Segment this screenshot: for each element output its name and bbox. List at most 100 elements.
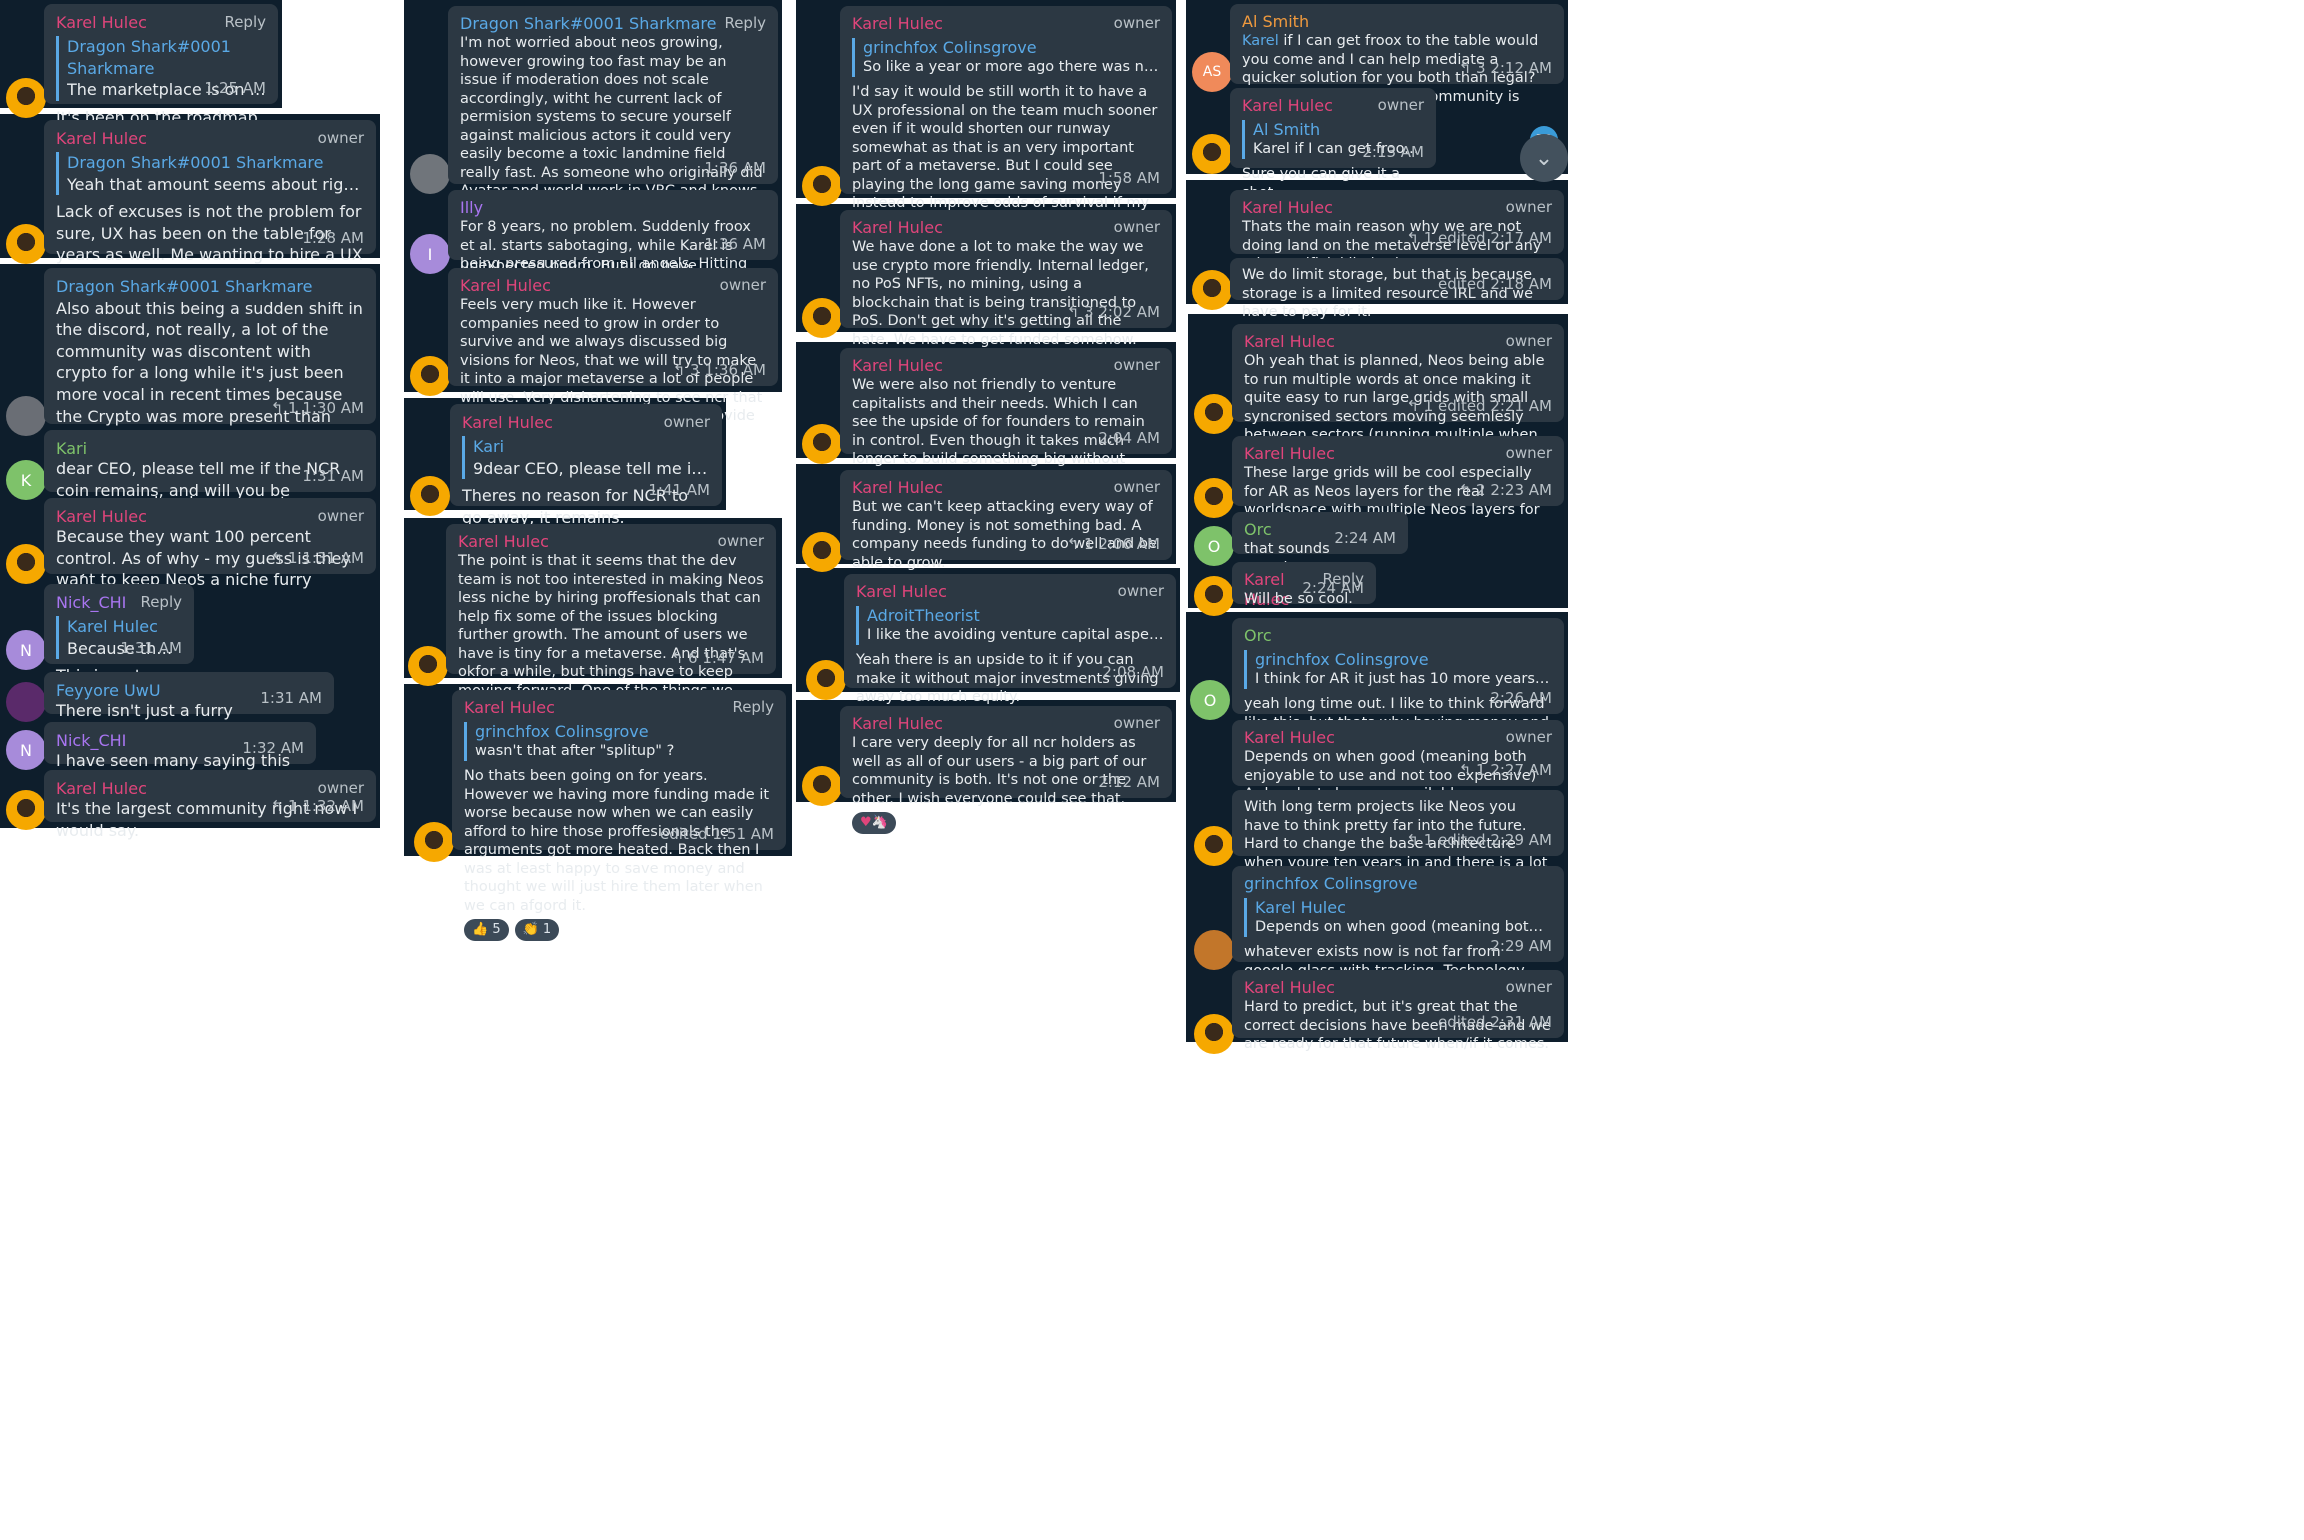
message-bubble[interactable]: Karel Hulec owner Feels very much like it… xyxy=(448,268,778,461)
avatar[interactable]: N xyxy=(6,630,46,670)
avatar[interactable] xyxy=(410,154,450,194)
author-name[interactable]: Illy xyxy=(460,198,483,218)
avatar[interactable] xyxy=(1194,478,1234,518)
author-name[interactable]: Karel Hulec xyxy=(56,778,147,798)
author-name[interactable]: Karel Hulec xyxy=(1244,444,1335,464)
avatar[interactable] xyxy=(6,682,46,722)
message-bubble[interactable]: With long term projects like Neos you ha… xyxy=(1232,790,1564,889)
message-bubble[interactable]: Illy For 8 years, no problem. Suddenly f… xyxy=(448,190,778,291)
avatar[interactable] xyxy=(410,356,450,396)
avatar[interactable]: K xyxy=(6,460,46,500)
avatar[interactable] xyxy=(6,544,46,584)
message-bubble[interactable]: Karel Hulec owner But we can't keep attac… xyxy=(840,470,1172,599)
message-bubble[interactable]: Karel Hulec owner I care very deeply for … xyxy=(840,706,1172,835)
message-bubble[interactable]: Orc grinchfox Colinsgrove I think for AR … xyxy=(1232,618,1564,749)
author-name[interactable]: Karel Hulec xyxy=(1244,978,1335,998)
message-bubble[interactable]: We do limit storage, but that is because… xyxy=(1230,258,1564,320)
avatar[interactable] xyxy=(802,766,842,806)
message-bubble[interactable]: Karel Hulec owner The point is that it se… xyxy=(446,524,776,783)
message-bubble[interactable]: Karel Hulec owner Because they want 100 p… xyxy=(44,498,376,639)
chevron-down-icon[interactable]: ⌄ xyxy=(1520,134,1568,182)
avatar[interactable] xyxy=(1192,134,1232,174)
author-name[interactable]: Dragon Shark#0001 Sharkmare xyxy=(460,14,716,34)
avatar[interactable] xyxy=(1194,576,1234,616)
message-bubble[interactable]: Karel Hulec Reply Dragon Shark#0001 Shark… xyxy=(44,4,278,176)
message-bubble[interactable]: Nick_CHI I have seen many saying this on… xyxy=(44,722,316,792)
avatar[interactable] xyxy=(6,790,46,830)
message-bubble[interactable]: Feyyore UwU There isn't just a furry com… xyxy=(44,672,334,742)
avatar[interactable] xyxy=(802,166,842,206)
author-name[interactable]: Karel Hulec xyxy=(1242,198,1333,218)
avatar[interactable]: I xyxy=(410,234,450,274)
author-name[interactable]: Karel Hulec xyxy=(856,582,947,602)
message-bubble[interactable]: Dragon Shark#0001 Sharkmare Reply I'm not… xyxy=(448,6,778,292)
reply-quote[interactable]: grinchfox Colinsgrove I think for AR it j… xyxy=(1244,650,1552,690)
message-bubble[interactable]: Karel Hulec owner We were also not friend… xyxy=(840,348,1172,514)
message-bubble[interactable]: Karel Hulec owner Oh yeah that is planned… xyxy=(1232,324,1564,480)
message-bubble[interactable]: Karel Hulec owner Depends on when good (m… xyxy=(1232,720,1564,802)
avatar[interactable] xyxy=(1194,930,1234,970)
avatar[interactable] xyxy=(6,224,46,264)
message-bubble[interactable]: Karel Hulec owner It's the largest commun… xyxy=(44,770,376,840)
author-name[interactable]: Nick_CHI xyxy=(56,730,126,750)
avatar[interactable] xyxy=(1194,394,1234,434)
avatar[interactable] xyxy=(802,298,842,338)
message-bubble[interactable]: Al Smith Karel if I can get froox to the… xyxy=(1230,4,1564,123)
author-name[interactable]: Orc xyxy=(1244,520,1272,540)
avatar[interactable] xyxy=(1192,270,1232,310)
avatar[interactable] xyxy=(802,424,842,464)
author-name[interactable]: Feyyore UwU xyxy=(56,680,161,700)
author-name[interactable]: Karel Hulec xyxy=(458,532,549,552)
message-bubble[interactable]: Karel Hulec Reply Will be so cool. 2:24 A… xyxy=(1232,562,1376,609)
author-name[interactable]: Karel Hulec xyxy=(462,412,553,432)
avatar[interactable]: N xyxy=(6,730,46,770)
author-name[interactable]: Karel Hulec xyxy=(852,356,943,376)
author-name[interactable]: Orc xyxy=(1244,626,1272,646)
avatar[interactable] xyxy=(408,646,448,686)
author-name[interactable]: grinchfox Colinsgrove xyxy=(1244,874,1418,894)
message-bubble[interactable]: Kari dear CEO, please tell me if the NCR… xyxy=(44,430,376,521)
avatar[interactable] xyxy=(806,660,846,700)
reply-quote[interactable]: Kari 9dear CEO, please tell me if the NCR… xyxy=(462,436,710,480)
author-name[interactable]: Karel Hulec xyxy=(464,698,555,718)
author-name[interactable]: Karel Hulec xyxy=(1244,332,1335,352)
author-name[interactable]: Karel Hulec xyxy=(852,714,943,734)
clap-reaction[interactable]: 👏 1 xyxy=(514,919,560,942)
author-name[interactable]: Karel Hulec xyxy=(1244,728,1335,748)
author-name[interactable]: Karel Hulec xyxy=(56,12,147,32)
mention[interactable]: Karel xyxy=(1242,33,1279,49)
author-name[interactable]: Nick_CHI xyxy=(56,592,126,612)
heart-reaction[interactable]: ♥🦄 xyxy=(852,812,896,835)
message-bubble[interactable]: Karel Hulec owner AdroitTheorist I like th… xyxy=(844,574,1176,733)
message-bubble[interactable]: Karel Hulec owner Al Smith Karel if I can … xyxy=(1230,88,1436,201)
message-bubble[interactable]: Dragon Shark#0001 Sharkmare Also about th… xyxy=(44,268,376,577)
message-bubble[interactable]: Orc that sounds amazing 2:24 AM xyxy=(1232,512,1408,576)
author-name[interactable]: Kari xyxy=(56,438,87,458)
avatar[interactable] xyxy=(410,476,450,516)
message-bubble[interactable]: Karel Hulec owner Dragon Shark#0001 Shark… xyxy=(44,120,376,314)
thumbs-reaction[interactable]: 👍 5 xyxy=(464,919,509,942)
reply-quote[interactable]: Dragon Shark#0001 Sharkmare Yeah that amo… xyxy=(56,152,364,196)
message-bubble[interactable]: Karel Hulec owner Kari 9dear CEO, please t… xyxy=(450,404,722,555)
message-bubble[interactable]: Karel Hulec owner Thats the main reason w… xyxy=(1230,190,1564,272)
avatar[interactable]: O xyxy=(1190,680,1230,720)
author-name[interactable]: Karel Hulec xyxy=(460,276,551,296)
avatar[interactable] xyxy=(6,396,46,436)
avatar[interactable] xyxy=(1194,1014,1234,1054)
author-name[interactable]: Karel Hulec xyxy=(852,14,943,34)
author-name[interactable]: Karel Hulec xyxy=(852,218,943,238)
author-name[interactable]: Karel Hulec xyxy=(56,128,147,148)
author-name[interactable]: Al Smith xyxy=(1242,12,1309,32)
author-name[interactable]: Dragon Shark#0001 Sharkmare xyxy=(56,276,364,298)
message-bubble[interactable]: grinchfox Colinsgrove Karel Hulec Depends… xyxy=(1232,866,1564,997)
reply-quote[interactable]: AdroitTheorist I like the avoiding ventur… xyxy=(856,606,1164,646)
avatar[interactable]: O xyxy=(1194,526,1234,566)
reply-quote[interactable]: grinchfox Colinsgrove wasn't that after "… xyxy=(464,722,774,762)
message-bubble[interactable]: Karel Hulec owner grinchfox Colinsgrove So… xyxy=(840,6,1172,295)
avatar[interactable] xyxy=(802,532,842,572)
avatar[interactable] xyxy=(1194,826,1234,866)
message-bubble[interactable]: Karel Hulec Reply grinchfox Colinsgrove wa… xyxy=(452,690,786,942)
author-name[interactable]: Karel Hulec xyxy=(852,478,943,498)
reply-quote[interactable]: grinchfox Colinsgrove So like a year or m… xyxy=(852,38,1160,78)
avatar[interactable] xyxy=(414,822,454,862)
